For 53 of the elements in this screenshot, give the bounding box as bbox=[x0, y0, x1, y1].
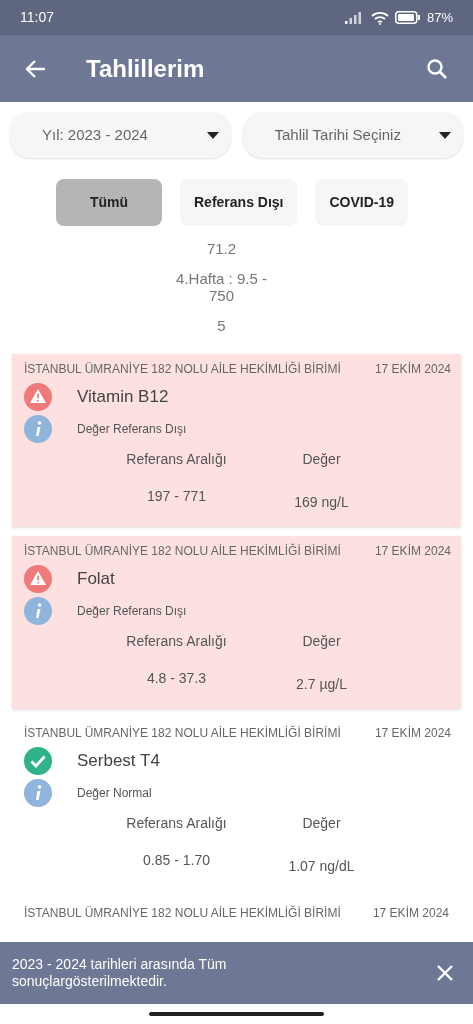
result-date: 17 EKİM 2024 bbox=[374, 725, 451, 742]
reference-text: 71.2 bbox=[206, 240, 237, 257]
search-icon bbox=[426, 57, 448, 80]
reference-range: 0.85 - 1.70 bbox=[142, 851, 211, 870]
reference-text: 4.Hafta : 9.5 - 750 bbox=[176, 270, 267, 304]
result-status: Değer Referans Dışı bbox=[77, 421, 187, 438]
info-icon bbox=[24, 779, 52, 807]
close-icon bbox=[436, 964, 454, 982]
range-label: Referans Aralığı bbox=[125, 450, 228, 469]
institution-name: İSTANBUL ÜMRANİYE 182 NOLU AİLE HEKİMLİĞİ BİRİMİ bbox=[24, 360, 341, 378]
range-label: Referans Aralığı bbox=[125, 814, 228, 833]
reference-range: 4.8 - 37.3 bbox=[145, 669, 208, 688]
value-label: Değer bbox=[301, 450, 342, 469]
institution-name: İSTANBUL ÜMRANİYE 182 NOLU AİLE HEKİMLİĞİ BİRİMİ bbox=[24, 724, 341, 742]
result-card[interactable]: İSTANBUL ÜMRANİYE 182 NOLU AİLE HEKİMLİĞİ BİRİMİ 17 EKİM 2024 Folat Değer Referans Dışı Referans Aralığı Değer 4.8 - 37.3 2.7 µg/L bbox=[12, 536, 461, 709]
caret-icon bbox=[439, 131, 451, 139]
warning-icon bbox=[24, 565, 52, 593]
result-status: Değer Normal bbox=[77, 785, 152, 802]
info-icon bbox=[24, 597, 52, 625]
back-arrow-icon bbox=[25, 58, 47, 79]
snackbar-message: 2023 - 2024 tarihleri arasında Tüm sonuçlargösterilmektedir. bbox=[12, 956, 228, 990]
result-status: Değer Referans Dışı bbox=[77, 603, 187, 620]
test-name: Folat bbox=[77, 568, 115, 591]
range-label: Referans Aralığı bbox=[125, 632, 228, 651]
info-icon bbox=[24, 415, 52, 443]
filter-tab[interactable]: Referans Dışı bbox=[180, 179, 298, 226]
caret-icon bbox=[206, 131, 219, 139]
reference-range: 197 - 771 bbox=[145, 487, 208, 506]
institution-name: İSTANBUL ÜMRANİYE 182 NOLU AİLE HEKİMLİĞİ BİRİMİ bbox=[24, 542, 341, 560]
result-card[interactable]: İSTANBUL ÜMRANİYE 182 NOLU AİLE HEKİMLİĞİ BİRİMİ 17 EKİM 2024 Vitamin B12 Değer Referans Dışı Referans Aralığı Değer 197 - 771 169 ng/L bbox=[12, 354, 461, 527]
battery-level: 87% bbox=[426, 8, 453, 27]
warning-icon bbox=[24, 383, 52, 411]
value-label: Değer bbox=[301, 814, 342, 833]
reference-text: 5 bbox=[217, 317, 226, 334]
result-value: 169 ng/L bbox=[293, 493, 350, 512]
result-date: 17 EKİM 2024 bbox=[374, 543, 451, 560]
filter-dropdown[interactable]: Yıl: 2023 - 2024 bbox=[10, 112, 231, 158]
result-date: 17 EKİM 2024 bbox=[372, 905, 449, 922]
test-name: Serbest T4 bbox=[77, 750, 160, 773]
filter-tab[interactable]: COVID-19 bbox=[315, 179, 409, 226]
result-date: 17 EKİM 2024 bbox=[374, 361, 451, 378]
wifi-icon bbox=[370, 10, 389, 25]
battery-icon bbox=[394, 11, 421, 24]
page-title: Tahlillerim bbox=[86, 53, 206, 84]
filter-tab[interactable]: Tümü bbox=[56, 179, 162, 226]
result-value: 2.7 µg/L bbox=[295, 675, 348, 694]
result-value: 1.07 ng/dL bbox=[287, 857, 356, 876]
time: 11:07 bbox=[20, 8, 54, 27]
value-label: Değer bbox=[301, 632, 342, 651]
institution-name: İSTANBUL ÜMRANİYE 182 NOLU AİLE HEKİMLİĞİ BİRİMİ bbox=[24, 904, 341, 922]
check-icon bbox=[24, 747, 52, 775]
test-name: Vitamin B12 bbox=[77, 386, 169, 409]
filter-dropdown[interactable]: Tahlil Tarihi Seçiniz bbox=[242, 112, 463, 158]
